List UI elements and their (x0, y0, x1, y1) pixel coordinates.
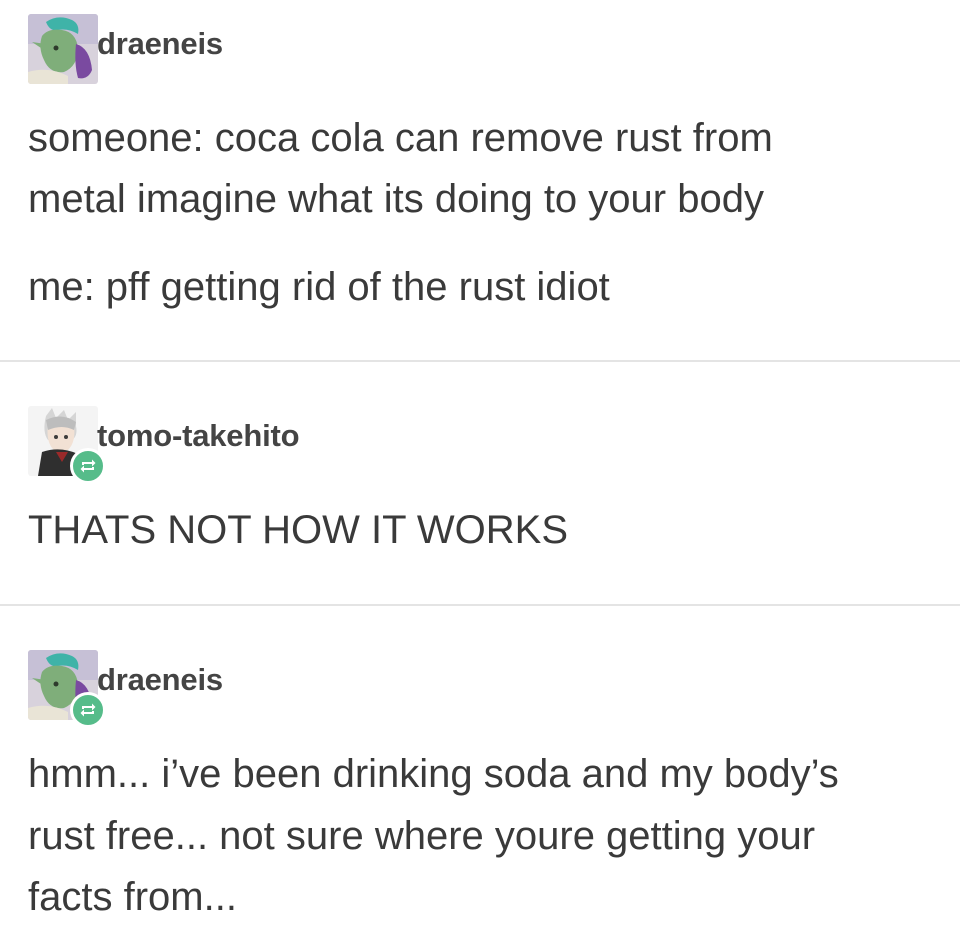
post-3: draeneis hmm... i’ve been drinking soda … (0, 606, 960, 943)
avatar[interactable] (28, 406, 106, 484)
post-text-line: someone: coca cola can remove rust from (28, 116, 773, 160)
post-header (28, 650, 106, 728)
username[interactable]: draeneis (97, 26, 223, 62)
avatar-image-icon (28, 14, 98, 84)
post-text-line: THATS NOT HOW IT WORKS (28, 508, 568, 552)
post-2: tomo-takehito THATS NOT HOW IT WORKS (0, 362, 960, 604)
reblog-icon (80, 459, 96, 473)
avatar[interactable] (28, 650, 106, 728)
post-header (28, 406, 106, 484)
post-header (28, 14, 98, 84)
username[interactable]: tomo-takehito (97, 418, 300, 454)
post-text-line: metal imagine what its doing to your bod… (28, 177, 764, 221)
avatar[interactable] (28, 14, 98, 84)
post-text-line: hmm... i’ve been drinking soda and my bo… (28, 752, 839, 796)
post-1: draeneis someone: coca cola can remove r… (0, 0, 960, 360)
post-text-line: rust free... not sure where youre gettin… (28, 814, 816, 858)
reblog-icon (80, 703, 96, 717)
username[interactable]: draeneis (97, 662, 223, 698)
post-text-line: facts from... (28, 875, 237, 919)
post-text-line: me: pff getting rid of the rust idiot (28, 265, 610, 309)
